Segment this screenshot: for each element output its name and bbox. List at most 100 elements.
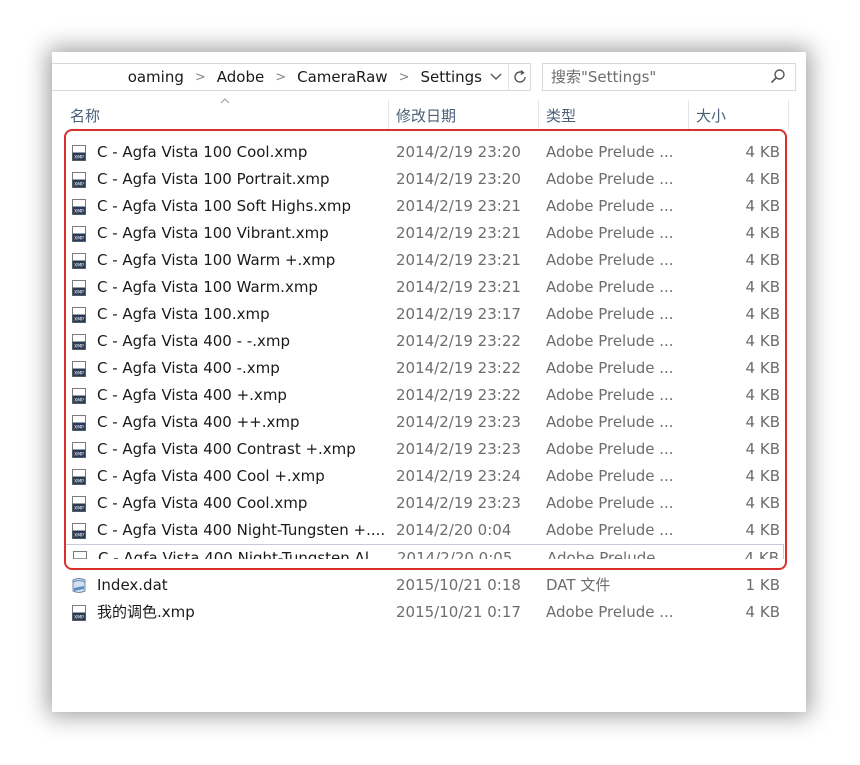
file-row[interactable]: XMP C - Agfa Vista 400 Cool.xmp 2014/2/19… [64,490,784,517]
file-name: C - Agfa Vista 400 +.xmp [97,386,287,404]
dat-file-icon [70,577,88,595]
file-name: C - Agfa Vista 400 Night-Tungsten Al... [98,549,384,559]
xmp-file-icon: XMP [70,225,88,243]
file-date-modified: 2014/2/19 23:21 [396,197,521,215]
file-name: Index.dat [97,576,168,594]
file-row[interactable]: Index.dat 2015/10/21 0:18 DAT 文件 1 KB [64,572,784,599]
breadcrumb-roaming[interactable]: oaming [126,68,186,86]
file-type: Adobe Prelude ... [546,278,674,296]
file-type: Adobe Prelude ... [547,549,675,559]
svg-text:XMP: XMP [74,344,84,350]
svg-text:XMP: XMP [74,371,84,377]
column-header-type[interactable]: 类型 [538,100,688,130]
file-row[interactable]: XMP C - Agfa Vista 100 Warm +.xmp 2014/2/… [64,247,784,274]
file-type: Adobe Prelude ... [546,197,674,215]
file-size: 4 KB [744,549,779,559]
file-date-modified: 2014/2/19 23:23 [396,494,521,512]
svg-text:XMP: XMP [74,155,84,161]
file-name: C - Agfa Vista 400 Night-Tungsten +.... [97,521,386,539]
file-row[interactable]: XMP C - Agfa Vista 400 -.xmp 2014/2/19 23… [64,355,784,382]
column-header-date[interactable]: 修改日期 [388,100,538,130]
file-size: 4 KB [745,467,780,485]
file-size: 4 KB [745,251,780,269]
file-type: Adobe Prelude ... [546,521,674,539]
breadcrumb-settings[interactable]: Settings [418,68,484,86]
file-row[interactable]: XMP C - Agfa Vista 400 - -.xmp 2014/2/19 … [64,328,784,355]
file-type: Adobe Prelude ... [546,170,674,188]
svg-text:XMP: XMP [74,533,84,539]
xmp-file-icon: XMP [71,550,89,559]
file-row[interactable]: XMP C - Agfa Vista 100.xmp 2014/2/19 23:1… [64,301,784,328]
file-row[interactable]: XMP C - Agfa Vista 400 Cool +.xmp 2014/2/… [64,463,784,490]
file-name: C - Agfa Vista 100 Soft Highs.xmp [97,197,352,215]
file-type: Adobe Prelude ... [546,440,674,458]
address-bar[interactable]: oaming > Adobe > CameraRaw > Settings [52,63,531,91]
xmp-file-icon: XMP [70,604,88,622]
file-name: C - Agfa Vista 100 Portrait.xmp [97,170,330,188]
file-date-modified: 2014/2/19 23:23 [396,413,521,431]
file-name: C - Agfa Vista 100 Cool.xmp [97,143,308,161]
file-size: 1 KB [745,576,780,594]
xmp-file-icon: XMP [70,468,88,486]
svg-text:XMP: XMP [74,317,84,323]
file-row[interactable]: XMP 我的调色.xmp 2015/10/21 0:17 Adobe Prelude… [64,599,784,626]
file-row[interactable]: XMP C - Agfa Vista 100 Vibrant.xmp 2014/2… [64,220,784,247]
column-divider[interactable] [788,100,789,130]
file-size: 4 KB [745,521,780,539]
svg-text:XMP: XMP [74,290,84,296]
xmp-file-icon: XMP [70,522,88,540]
file-date-modified: 2015/10/21 0:18 [396,576,521,594]
refresh-icon [514,69,526,83]
chevron-right-icon[interactable]: > [266,70,295,85]
file-date-modified: 2014/2/19 23:22 [396,359,521,377]
file-row[interactable]: XMP C - Agfa Vista 400 Night-Tungsten Al… [64,544,784,559]
file-name: C - Agfa Vista 400 - -.xmp [97,332,290,350]
file-row[interactable]: XMP C - Agfa Vista 400 Night-Tungsten +.… [64,517,784,544]
breadcrumb-adobe[interactable]: Adobe [215,68,266,86]
file-type: Adobe Prelude ... [546,332,674,350]
search-icon[interactable] [769,68,787,86]
svg-text:XMP: XMP [74,479,84,485]
file-size: 4 KB [745,143,780,161]
breadcrumb-cameraraw[interactable]: CameraRaw [295,68,389,86]
search-box[interactable] [542,63,796,91]
file-row[interactable]: XMP C - Agfa Vista 400 Contrast +.xmp 201… [64,436,784,463]
file-row[interactable]: XMP C - Agfa Vista 100 Warm.xmp 2014/2/19… [64,274,784,301]
file-row[interactable]: XMP C - Agfa Vista 100 Cool.xmp 2014/2/19… [64,139,784,166]
svg-text:XMP: XMP [74,506,84,512]
xmp-file-icon: XMP [70,441,88,459]
chevron-right-icon[interactable]: > [390,70,419,85]
file-size: 4 KB [745,386,780,404]
file-type: Adobe Prelude ... [546,603,674,621]
column-header-size[interactable]: 大小 [688,100,788,130]
search-input[interactable] [551,67,761,87]
file-date-modified: 2014/2/19 23:22 [396,332,521,350]
svg-text:XMP: XMP [74,398,84,404]
chevron-right-icon[interactable]: > [186,70,215,85]
refresh-button[interactable] [508,64,530,90]
chevron-down-icon [490,73,502,80]
file-date-modified: 2014/2/19 23:23 [396,440,521,458]
xmp-file-icon: XMP [70,414,88,432]
file-row[interactable]: XMP C - Agfa Vista 100 Portrait.xmp 2014/… [64,166,784,193]
file-size: 4 KB [745,413,780,431]
file-name: C - Agfa Vista 400 -.xmp [97,359,280,377]
file-name: C - Agfa Vista 400 Cool +.xmp [97,467,325,485]
file-type: Adobe Prelude ... [546,305,674,323]
xmp-file-icon: XMP [70,279,88,297]
explorer-window: oaming > Adobe > CameraRaw > Settings 名称… [52,52,806,712]
svg-text:XMP: XMP [74,236,84,242]
file-date-modified: 2014/2/19 23:21 [396,224,521,242]
address-dropdown-button[interactable] [486,64,506,90]
file-type: Adobe Prelude ... [546,413,674,431]
file-row[interactable]: XMP C - Agfa Vista 100 Soft Highs.xmp 201… [64,193,784,220]
file-name: C - Agfa Vista 100.xmp [97,305,270,323]
xmp-file-icon: XMP [70,495,88,513]
file-row[interactable]: XMP C - Agfa Vista 400 ++.xmp 2014/2/19 2… [64,409,784,436]
xmp-file-icon: XMP [70,360,88,378]
file-name: C - Agfa Vista 100 Warm.xmp [97,278,318,296]
file-row[interactable]: XMP C - Agfa Vista 400 +.xmp 2014/2/19 23… [64,382,784,409]
file-type: DAT 文件 [546,576,611,594]
file-list: XMP C - Agfa Vista 100 Cool.xmp 2014/2/19… [52,139,806,559]
column-header-name[interactable]: 名称 [62,100,388,130]
